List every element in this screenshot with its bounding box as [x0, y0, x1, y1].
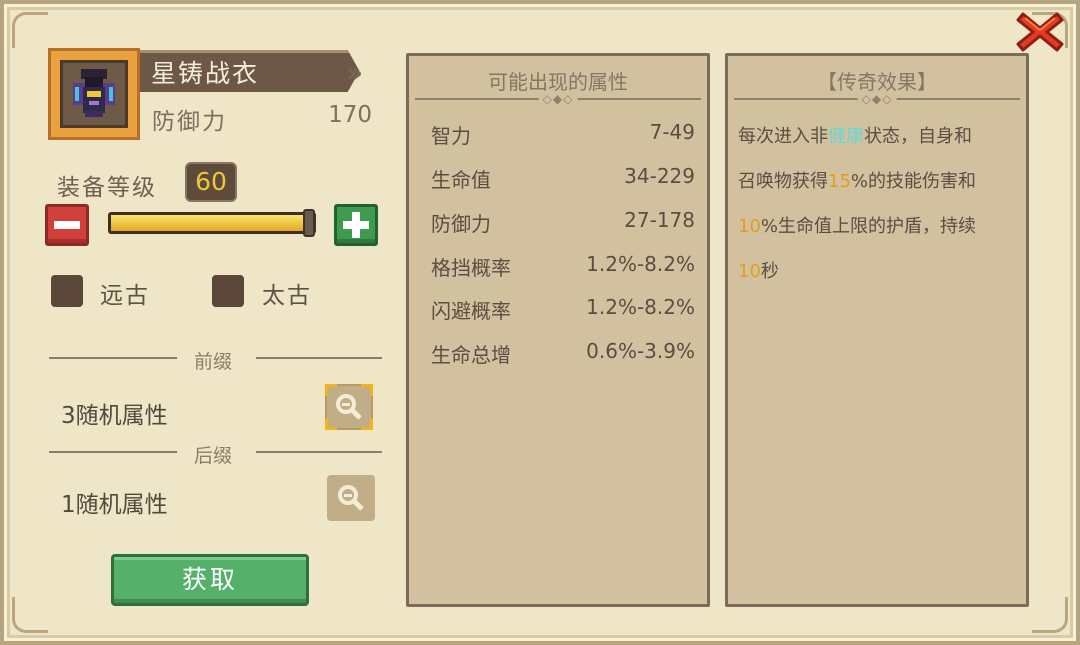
effect-number: 10 — [738, 261, 761, 282]
prefix-zoom-button[interactable] — [325, 384, 373, 430]
armor-icon — [73, 69, 115, 117]
attribute-range: 27-178 — [624, 208, 695, 232]
magnifier-icon — [338, 485, 364, 511]
checkbox-label-primal: 太古 — [262, 283, 312, 309]
level-slider-fill — [111, 215, 313, 231]
attribute-row: 防御力 27-178 — [431, 208, 695, 238]
level-decrease-button[interactable] — [45, 204, 89, 246]
stat-value: 170 — [328, 102, 372, 128]
attribute-row: 智力 7-49 — [431, 120, 695, 150]
effect-text: 每次进入非 — [738, 126, 828, 147]
obtain-button[interactable]: 获取 — [111, 554, 309, 606]
equip-level-label: 装备等级 — [57, 175, 157, 201]
frame-corner-ornament — [1032, 597, 1068, 633]
checkbox-primal[interactable] — [212, 275, 244, 307]
divider-line — [256, 357, 382, 359]
legendary-effect-title: 【传奇效果】 — [817, 70, 937, 94]
effect-text: 秒 — [760, 261, 779, 282]
stat-label: 防御力 — [152, 109, 227, 135]
equip-level-value: 60 — [185, 162, 237, 202]
suffix-divider-label: 后缀 — [194, 445, 233, 467]
attribute-name: 防御力 — [431, 212, 491, 236]
effect-text: 召唤物获得 — [738, 171, 828, 192]
effect-text: 状态，自身和 — [864, 126, 972, 147]
item-icon-slot[interactable] — [48, 48, 140, 140]
plus-icon — [343, 212, 369, 238]
suffix-zoom-button[interactable] — [327, 475, 375, 521]
level-increase-button[interactable] — [334, 204, 378, 246]
attribute-range: 34-229 — [624, 164, 695, 188]
prefix-random-attributes: 3随机属性 — [61, 403, 168, 429]
attribute-name: 智力 — [431, 124, 471, 148]
divider-line — [49, 357, 177, 359]
attribute-range: 0.6%-3.9% — [586, 339, 695, 363]
ornament-icon: ◇◆◇ — [538, 92, 578, 106]
close-button[interactable] — [1012, 6, 1068, 58]
attribute-name: 闪避概率 — [431, 299, 511, 323]
attribute-row: 生命总增 0.6%-3.9% — [431, 339, 695, 369]
attribute-range: 1.2%-8.2% — [586, 252, 695, 276]
attribute-row: 生命值 34-229 — [431, 164, 695, 194]
ornament-icon: ◇◆◇ — [857, 92, 897, 106]
checkbox-ancient[interactable] — [51, 275, 83, 307]
attribute-name: 生命总增 — [431, 343, 511, 367]
effect-text: %的技能伤害和 — [850, 171, 977, 192]
frame-corner-ornament — [12, 597, 48, 633]
possible-attributes-panel: 可能出现的属性 ◇◆◇ 智力 7-49 生命值 34-229 防御力 27-17… — [406, 53, 710, 607]
item-detail-window: 星铸战衣 ›› 防御力 170 装备等级 60 远古 太古 前缀 3随机属性 后… — [0, 0, 1080, 645]
suffix-random-attributes: 1随机属性 — [61, 492, 168, 518]
level-slider-handle[interactable] — [303, 209, 315, 237]
checkbox-label-ancient: 远古 — [100, 283, 150, 309]
chevron-right-icon: ›› — [346, 56, 363, 89]
prefix-divider-label: 前缀 — [194, 351, 233, 373]
attribute-name: 生命值 — [431, 168, 491, 192]
level-slider[interactable] — [108, 209, 316, 237]
possible-attributes-title: 可能出现的属性 — [488, 70, 628, 94]
effect-keyword: 健康 — [828, 126, 864, 147]
effect-number: 15 — [828, 171, 851, 192]
minus-icon — [54, 221, 80, 229]
attribute-name: 格挡概率 — [431, 256, 511, 280]
divider-line — [256, 451, 382, 453]
item-name: 星铸战衣 — [151, 59, 260, 88]
frame-corner-ornament — [12, 12, 48, 48]
magnifier-icon — [336, 394, 362, 420]
divider-line — [49, 451, 177, 453]
attribute-row: 格挡概率 1.2%-8.2% — [431, 252, 695, 282]
legendary-effect-description: 每次进入非健康状态，自身和 召唤物获得15%的技能伤害和 10%生命值上限的护盾… — [738, 114, 1016, 294]
attribute-row: 闪避概率 1.2%-8.2% — [431, 295, 695, 325]
close-x-icon — [1016, 12, 1064, 52]
attribute-range: 1.2%-8.2% — [586, 295, 695, 319]
effect-text: %生命值上限的护盾，持续 — [760, 216, 977, 237]
legendary-effect-panel: 【传奇效果】 ◇◆◇ 每次进入非健康状态，自身和 召唤物获得15%的技能伤害和 … — [725, 53, 1029, 607]
attribute-range: 7-49 — [649, 120, 695, 144]
effect-number: 10 — [738, 216, 761, 237]
